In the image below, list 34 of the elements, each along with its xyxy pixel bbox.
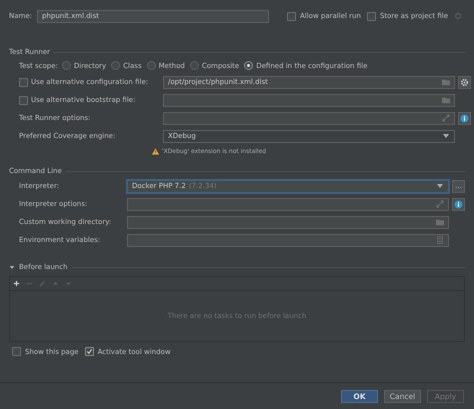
folder-icon[interactable] [436,218,444,226]
radio-button[interactable] [190,61,199,70]
folder-icon[interactable] [442,96,450,104]
caret-icon[interactable] [436,182,444,190]
settings-button[interactable] [458,76,471,88]
input-field[interactable] [163,112,455,124]
checkbox[interactable] [12,347,21,356]
document-icon[interactable] [436,236,444,244]
move-up-icon[interactable] [52,280,59,287]
radio-button[interactable] [62,61,71,70]
radio-button[interactable] [244,61,254,70]
input-field[interactable] [127,216,449,228]
collapse-icon[interactable] [9,264,15,270]
checkbox[interactable] [19,96,28,104]
info-button[interactable] [458,112,471,124]
caret-icon[interactable] [442,132,450,140]
radio-button[interactable] [111,61,120,70]
info-button[interactable] [452,198,465,210]
warning-icon [152,148,159,154]
radio-button[interactable] [146,61,156,70]
expand-icon[interactable] [436,200,444,208]
edit-icon[interactable] [39,280,46,287]
move-down-icon[interactable] [65,280,72,287]
expand-icon[interactable] [442,114,450,122]
checkbox[interactable] [287,12,296,20]
folder-icon[interactable] [442,78,450,86]
input-field[interactable] [163,94,455,106]
remove-icon[interactable] [26,280,33,287]
checkbox[interactable] [366,12,376,20]
add-icon[interactable] [13,280,20,287]
input-field[interactable] [127,234,449,246]
checkbox[interactable] [19,78,28,86]
input-field[interactable] [127,198,449,210]
checkbox[interactable] [84,347,94,356]
